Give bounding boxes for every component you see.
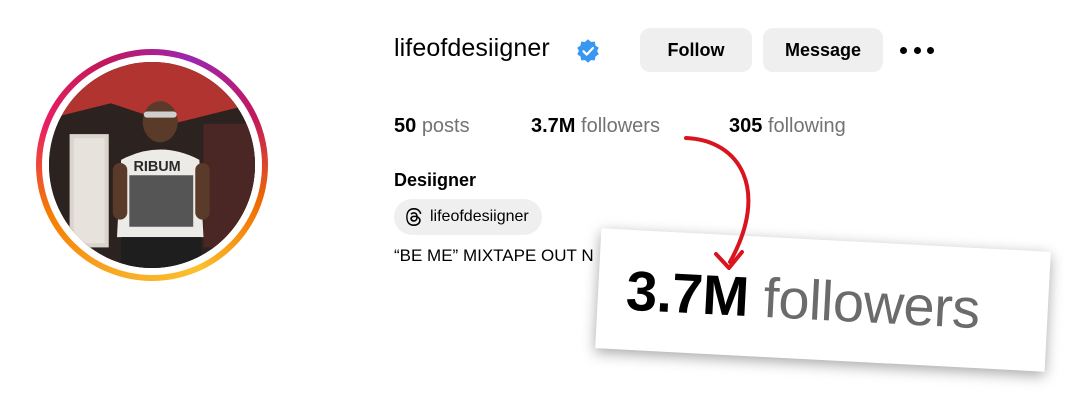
followers-stat[interactable]: 3.7M followers (531, 115, 660, 138)
zoom-followers-count: 3.7M (624, 258, 751, 328)
more-dot (927, 46, 934, 54)
posts-label: posts (421, 115, 470, 137)
more-dot (900, 46, 907, 54)
threads-link[interactable]: lifeofdesiigner (394, 199, 542, 235)
threads-icon (406, 208, 422, 226)
follow-button[interactable]: Follow (640, 28, 752, 72)
zoom-text: 3.7M followers (625, 257, 982, 340)
following-label: following (767, 115, 846, 137)
profile-full-name: Desiigner (394, 170, 477, 190)
zoom-followers-label: followers (761, 265, 982, 340)
avatar-gap: RIBUM (42, 55, 262, 275)
followers-zoom-callout: 3.7M followers (595, 228, 1051, 372)
following-stat[interactable]: 305 following (729, 115, 846, 138)
verified-badge-icon (577, 39, 599, 63)
followers-count: 3.7M (531, 115, 576, 137)
svg-text:RIBUM: RIBUM (133, 159, 180, 175)
message-button[interactable]: Message (763, 28, 883, 72)
more-dot (913, 46, 921, 54)
profile-bio: “BE ME” MIXTAPE OUT N (394, 246, 594, 265)
avatar-photo: RIBUM (49, 62, 255, 268)
threads-handle: lifeofdesiigner (430, 208, 529, 225)
following-count: 305 (729, 115, 763, 137)
followers-label: followers (581, 115, 660, 137)
posts-count: 50 (394, 115, 417, 137)
posts-stat: 50 posts (394, 115, 470, 138)
profile-avatar-ring[interactable]: RIBUM (36, 49, 268, 281)
profile-avatar[interactable]: RIBUM (49, 62, 255, 268)
more-options-icon[interactable] (900, 40, 934, 60)
profile-username: lifeofdesiigner (394, 34, 550, 62)
